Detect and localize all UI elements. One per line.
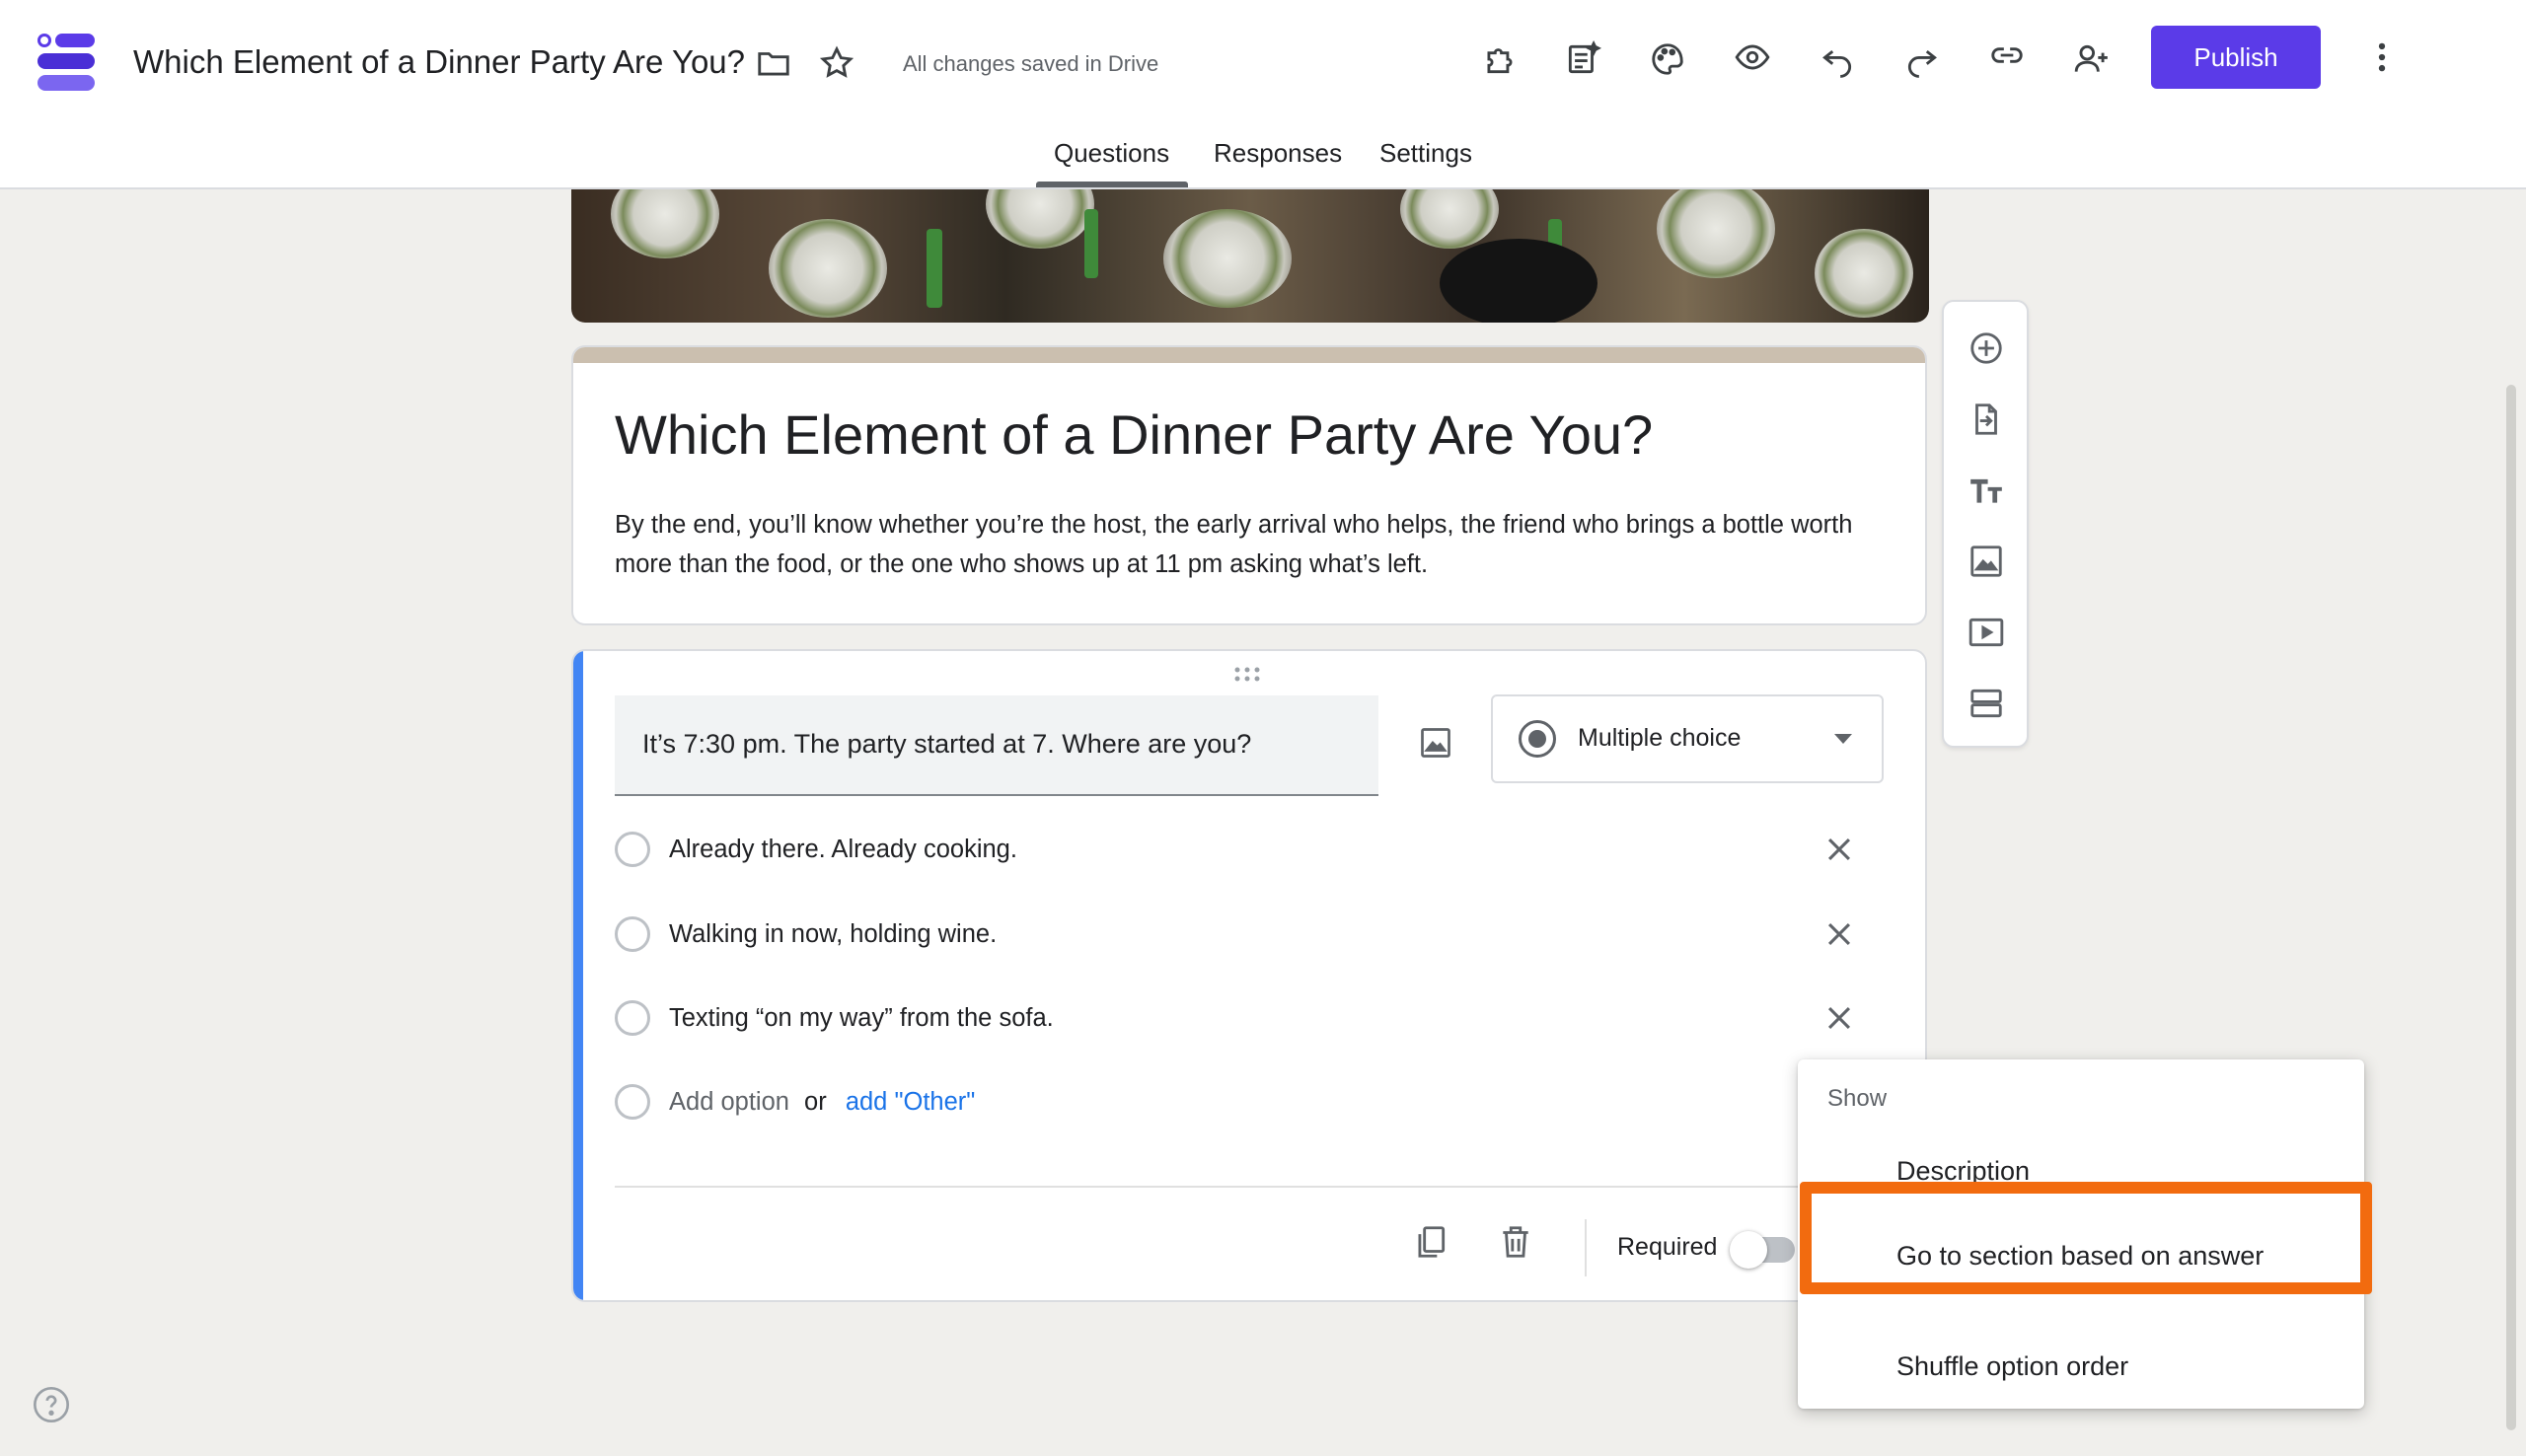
add-option-line: Add option or add "Other" xyxy=(669,1088,975,1117)
publish-button[interactable]: Publish xyxy=(2151,26,2321,89)
question-title-text: It’s 7:30 pm. The party started at 7. Wh… xyxy=(642,729,1252,759)
footer-divider xyxy=(615,1186,1886,1188)
form-description[interactable]: By the end, you’ll know whether you’re t… xyxy=(615,505,1897,584)
option-row[interactable]: Walking in now, holding wine. xyxy=(615,910,1858,959)
palette-icon[interactable] xyxy=(1640,32,1695,87)
add-question-icon[interactable] xyxy=(1962,324,2011,373)
radio-unchecked-icon xyxy=(615,832,650,867)
scrollbar[interactable] xyxy=(2506,385,2516,1430)
question-title-input[interactable]: It’s 7:30 pm. The party started at 7. Wh… xyxy=(615,695,1378,796)
save-status: All changes saved in Drive xyxy=(903,51,1159,76)
add-option-link[interactable]: Add option xyxy=(669,1088,789,1116)
option-row[interactable]: Already there. Already cooking. xyxy=(615,825,1858,874)
header-image xyxy=(571,189,1929,323)
document-title[interactable]: Which Element of a Dinner Party Are You? xyxy=(133,43,745,81)
or-label: or xyxy=(804,1088,827,1116)
option-row[interactable]: Texting “on my way” from the sofa. xyxy=(615,993,1858,1043)
add-other-link[interactable]: add "Other" xyxy=(846,1088,976,1116)
add-video-icon[interactable] xyxy=(1962,608,2011,657)
menu-item-label: Shuffle option order xyxy=(1896,1351,2129,1381)
duplicate-icon[interactable] xyxy=(1406,1217,1455,1267)
radio-unchecked-icon xyxy=(615,1084,650,1120)
active-tab-indicator xyxy=(1036,182,1188,187)
add-image-icon[interactable] xyxy=(1962,537,2011,586)
option-text[interactable]: Texting “on my way” from the sofa. xyxy=(669,1004,1054,1033)
theme-strip xyxy=(573,347,1925,363)
question-type-label: Multiple choice xyxy=(1578,724,1742,752)
top-bar: Which Element of a Dinner Party Are You?… xyxy=(0,0,2526,189)
highlight-annotation xyxy=(1800,1182,2372,1294)
star-icon[interactable] xyxy=(809,36,864,91)
option-text[interactable]: Walking in now, holding wine. xyxy=(669,920,997,949)
question-card[interactable]: It’s 7:30 pm. The party started at 7. Wh… xyxy=(571,649,1927,1302)
add-section-icon[interactable] xyxy=(1962,679,2011,728)
menu-item-shuffle-options[interactable]: Shuffle option order xyxy=(1798,1332,2364,1401)
side-toolbar xyxy=(1942,300,2029,748)
forms-logo-icon[interactable] xyxy=(36,32,97,93)
tab-settings[interactable]: Settings xyxy=(1379,138,1472,169)
addon-icon[interactable] xyxy=(1472,32,1527,87)
tab-questions[interactable]: Questions xyxy=(1054,138,1169,169)
radio-unchecked-icon xyxy=(615,1000,650,1036)
form-title-card: Which Element of a Dinner Party Are You?… xyxy=(571,345,1927,625)
undo-icon[interactable] xyxy=(1810,32,1865,87)
more-vert-icon[interactable] xyxy=(2354,30,2410,85)
option-text[interactable]: Already there. Already cooking. xyxy=(669,836,1017,864)
add-collaborator-icon[interactable] xyxy=(2064,32,2119,87)
delete-icon[interactable] xyxy=(1491,1217,1540,1267)
link-icon[interactable] xyxy=(1979,28,2035,83)
preview-icon[interactable] xyxy=(1725,30,1780,85)
radio-checked-icon xyxy=(1519,720,1556,758)
remove-option-icon[interactable] xyxy=(1819,913,1860,955)
radio-unchecked-icon xyxy=(615,916,650,952)
remove-option-icon[interactable] xyxy=(1819,997,1860,1039)
import-questions-icon[interactable] xyxy=(1962,395,2011,444)
dropdown-arrow-icon xyxy=(1834,734,1852,744)
tab-responses[interactable]: Responses xyxy=(1214,138,1342,169)
redo-icon[interactable] xyxy=(1894,32,1950,87)
active-card-indicator xyxy=(573,651,583,1300)
remove-option-icon[interactable] xyxy=(1819,829,1860,870)
footer-separator xyxy=(1585,1219,1587,1276)
question-type-dropdown[interactable]: Multiple choice xyxy=(1491,694,1884,783)
menu-header: Show xyxy=(1827,1085,1888,1112)
folder-icon[interactable] xyxy=(746,36,801,91)
help-icon[interactable] xyxy=(32,1385,71,1424)
add-title-icon[interactable] xyxy=(1962,466,2011,515)
drag-handle-icon[interactable] xyxy=(1232,665,1262,685)
customize-icon[interactable] xyxy=(1555,32,1610,87)
required-label: Required xyxy=(1617,1233,1718,1261)
required-toggle-knob[interactable] xyxy=(1730,1231,1767,1269)
tab-bar: Questions Responses Settings xyxy=(0,138,2526,189)
add-option-row: Add option or add "Other" xyxy=(615,1077,1858,1127)
add-image-icon[interactable] xyxy=(1413,720,1458,765)
form-title[interactable]: Which Element of a Dinner Party Are You? xyxy=(615,402,1653,467)
